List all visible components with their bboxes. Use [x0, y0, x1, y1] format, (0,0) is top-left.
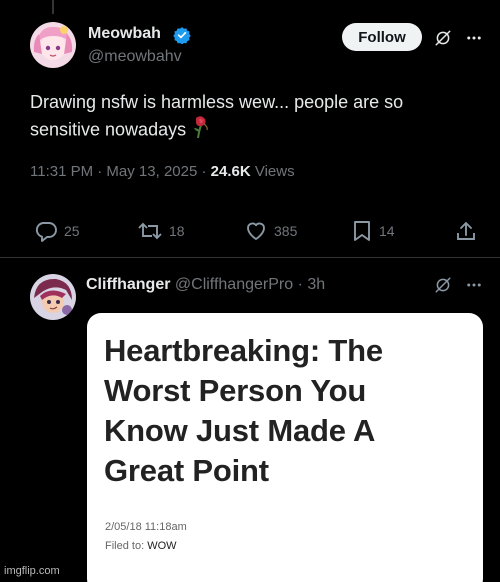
reply-grok-icon[interactable]: [434, 276, 452, 294]
reply-icon: [35, 222, 57, 242]
more-options-icon[interactable]: [464, 29, 484, 47]
reply-more-options-icon[interactable]: [464, 276, 484, 294]
repost-icon: [138, 222, 162, 240]
like-count: 385: [274, 223, 298, 239]
author-handle[interactable]: @meowbahv: [88, 48, 182, 66]
tweet-meta: 11:31 PM · May 13, 2025 · 24.6K Views: [30, 163, 295, 180]
watermark: imgflip.com: [4, 565, 60, 577]
card-date: 2/05/18 11:18am: [105, 521, 187, 533]
repost-count: 18: [169, 223, 185, 239]
tweet-text-line-2: sensitive nowadays: [30, 115, 470, 146]
wilted-rose-emoji-icon: [190, 115, 212, 146]
card-filed-to: Filed to: WOW: [105, 540, 177, 552]
follow-button[interactable]: Follow: [342, 23, 422, 51]
reply-author-name[interactable]: Cliffhanger: [86, 276, 170, 293]
card-headline-line-3: Know Just Made A: [104, 413, 376, 448]
tweet-text-line-2-content: sensitive nowadays: [30, 119, 187, 140]
card-filed-prefix: Filed to:: [105, 540, 148, 552]
reply-media-image[interactable]: Heartbreaking: The Worst Person You Know…: [87, 313, 483, 582]
views-label: Views: [250, 163, 295, 180]
card-filed-tag: WOW: [147, 540, 177, 552]
reply-button[interactable]: 25: [34, 216, 80, 246]
bookmark-count: 14: [379, 223, 395, 239]
reply-author-line: Cliffhanger @CliffhangerPro · 3h: [86, 276, 325, 294]
tweet-actions: 25 18 385 14: [0, 216, 500, 246]
main-tweet[interactable]: Meowbah @meowbahv Follow Drawing nsfw is…: [0, 0, 500, 258]
grok-icon[interactable]: [434, 29, 452, 47]
reply-author-avatar[interactable]: [30, 274, 76, 320]
bookmark-button[interactable]: 14: [351, 216, 395, 246]
reply-handle-time[interactable]: @CliffhangerPro · 3h: [170, 276, 325, 293]
tweet-timestamp[interactable]: 11:31 PM · May 13, 2025 ·: [30, 163, 211, 180]
author-avatar[interactable]: [30, 22, 76, 68]
reply-count: 25: [64, 223, 80, 239]
share-button[interactable]: [455, 216, 477, 246]
card-headline-line-1: Heartbreaking: The: [104, 333, 383, 368]
views-count: 24.6K: [210, 163, 251, 180]
heart-icon: [247, 222, 265, 240]
author-name[interactable]: Meowbah: [88, 25, 161, 43]
tweet-text: Drawing nsfw is harmless wew... people a…: [30, 90, 470, 146]
like-button[interactable]: 385: [244, 216, 297, 246]
repost-button[interactable]: 18: [137, 216, 185, 246]
card-headline-line-2: Worst Person You: [104, 373, 367, 408]
card-headline: Heartbreaking: The Worst Person You Know…: [104, 331, 464, 491]
card-headline-line-4: Great Point: [104, 453, 269, 488]
bookmark-icon: [354, 221, 370, 241]
verified-badge-icon: [173, 27, 191, 44]
tweet-text-line-1: Drawing nsfw is harmless wew... people a…: [30, 92, 404, 112]
share-icon: [457, 222, 475, 240]
